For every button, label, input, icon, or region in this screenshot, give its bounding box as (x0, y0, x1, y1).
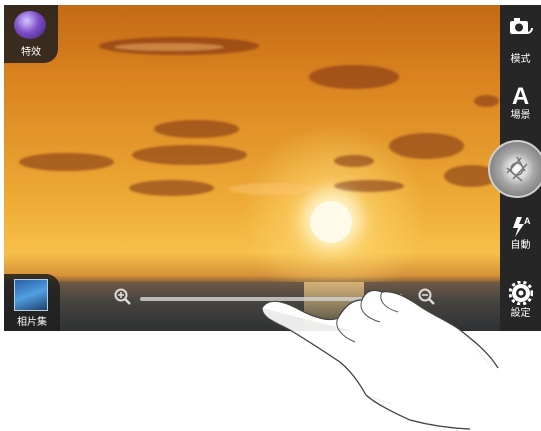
hand-pointer-illustration (261, 289, 500, 430)
